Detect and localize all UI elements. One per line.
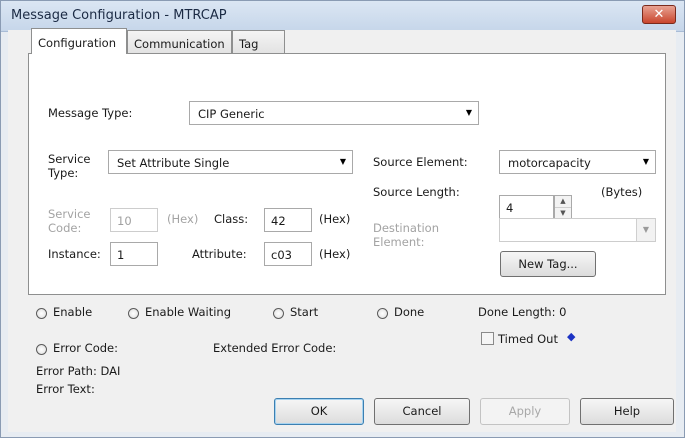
source-element-dropdown[interactable]: motorcapacity ▼ [499,150,656,174]
attribute-field[interactable]: c03 [264,242,312,266]
enable-label: Enable [53,305,93,319]
chevron-down-icon: ▼ [636,219,655,241]
destination-label-line1: Destination [373,221,439,235]
source-element-value: motorcapacity [508,156,591,170]
ok-button[interactable]: OK [274,398,364,425]
tab-configuration[interactable]: Configuration [31,28,127,54]
service-code-unit: (Hex) [167,212,199,226]
cancel-button[interactable]: Cancel [374,398,470,425]
service-type-value: Set Attribute Single [117,156,230,170]
message-type-dropdown[interactable]: CIP Generic ▼ [189,101,479,125]
message-type-value: CIP Generic [198,107,265,121]
enable-waiting-indicator [128,308,139,319]
extended-error-code-label: Extended Error Code: [213,341,337,355]
message-type-label: Message Type: [48,106,133,120]
close-button[interactable]: ✕ [642,5,676,24]
destination-label-line2: Element: [373,235,425,249]
source-length-field[interactable]: 4 [499,195,554,219]
instance-field[interactable]: 1 [110,242,158,266]
enable-waiting-label: Enable Waiting [145,305,231,319]
attribute-label: Attribute: [192,247,247,261]
error-code-label: Error Code: [53,341,119,355]
apply-button[interactable]: Apply [480,398,570,425]
service-type-label-line2: Type: [48,166,79,180]
class-unit: (Hex) [319,212,351,226]
spin-up-icon[interactable]: ▲ [555,196,571,208]
class-label: Class: [214,212,249,226]
done-label: Done [394,305,425,319]
service-code-field[interactable]: 10 [110,208,158,232]
source-element-label: Source Element: [373,155,468,169]
error-path: Error Path: DAI [36,364,121,378]
start-label: Start [290,305,319,319]
chevron-down-icon: ▼ [339,157,347,166]
done-length: Done Length: 0 [478,305,567,319]
instance-label: Instance: [48,247,101,261]
source-length-label: Source Length: [373,185,460,199]
new-tag-button[interactable]: New Tag... [500,251,596,277]
close-icon: ✕ [653,7,665,22]
enable-indicator [36,308,47,319]
destination-element-dropdown[interactable]: ▼ [499,218,656,242]
timed-out-checkbox[interactable] [481,332,494,345]
class-field[interactable]: 42 [264,208,312,232]
error-code-indicator [36,344,47,355]
service-code-label-line2: Code: [48,221,82,235]
chevron-down-icon: ▼ [642,157,650,166]
attribute-unit: (Hex) [319,247,351,261]
service-type-dropdown[interactable]: Set Attribute Single ▼ [108,150,353,174]
service-type-label-line1: Service [48,152,91,166]
error-text-label: Error Text: [36,382,95,396]
done-indicator [377,308,388,319]
source-length-spinner[interactable]: ▲ ▼ [554,195,572,219]
window-title: Message Configuration - MTRCAP [11,8,227,23]
source-length-unit: (Bytes) [601,185,643,199]
chevron-down-icon: ▼ [465,108,473,117]
arrow-left-icon: ◆ [567,330,576,343]
service-code-label-line1: Service [48,207,91,221]
start-indicator [273,308,284,319]
timed-out-label: Timed Out [498,332,558,346]
help-button[interactable]: Help [580,398,674,425]
tab-communication[interactable]: Communication [127,30,232,54]
tab-tag[interactable]: Tag [232,30,285,54]
